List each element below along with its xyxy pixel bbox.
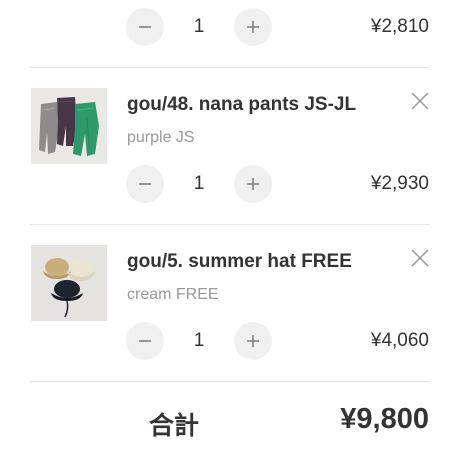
- quantity-value: 1: [193, 173, 205, 194]
- plus-icon: [247, 21, 259, 33]
- product-thumbnail[interactable]: [31, 88, 107, 164]
- plus-icon: [247, 335, 259, 347]
- remove-item-button[interactable]: [410, 248, 430, 268]
- minus-icon: [139, 183, 151, 185]
- product-thumbnail[interactable]: [31, 245, 107, 321]
- close-icon: [411, 92, 429, 110]
- minus-icon: [139, 26, 151, 28]
- product-title[interactable]: gou/5. summer hat FREE: [127, 251, 352, 273]
- pants-photo-icon: [31, 88, 107, 164]
- divider: [30, 381, 430, 382]
- decrease-quantity-button[interactable]: [126, 322, 164, 360]
- close-icon: [411, 249, 429, 267]
- quantity-value: 1: [193, 16, 205, 37]
- total-label: 合計: [149, 411, 200, 440]
- total-value: ¥9,800: [340, 403, 429, 435]
- minus-icon: [139, 340, 151, 342]
- divider: [30, 67, 430, 68]
- divider: [30, 224, 430, 225]
- plus-icon: [247, 178, 259, 190]
- product-variant: cream FREE: [127, 286, 219, 303]
- quantity-value: 1: [193, 330, 205, 351]
- decrease-quantity-button[interactable]: [126, 165, 164, 203]
- increase-quantity-button[interactable]: [234, 322, 272, 360]
- product-variant: purple JS: [127, 129, 195, 146]
- hat-photo-icon: [31, 245, 107, 321]
- product-title[interactable]: gou/48. nana pants JS-JL: [127, 94, 356, 116]
- increase-quantity-button[interactable]: [234, 8, 272, 46]
- remove-item-button[interactable]: [410, 91, 430, 111]
- item-price: ¥2,810: [370, 16, 429, 37]
- item-price: ¥2,930: [370, 173, 429, 194]
- decrease-quantity-button[interactable]: [126, 8, 164, 46]
- increase-quantity-button[interactable]: [234, 165, 272, 203]
- item-price: ¥4,060: [370, 330, 429, 351]
